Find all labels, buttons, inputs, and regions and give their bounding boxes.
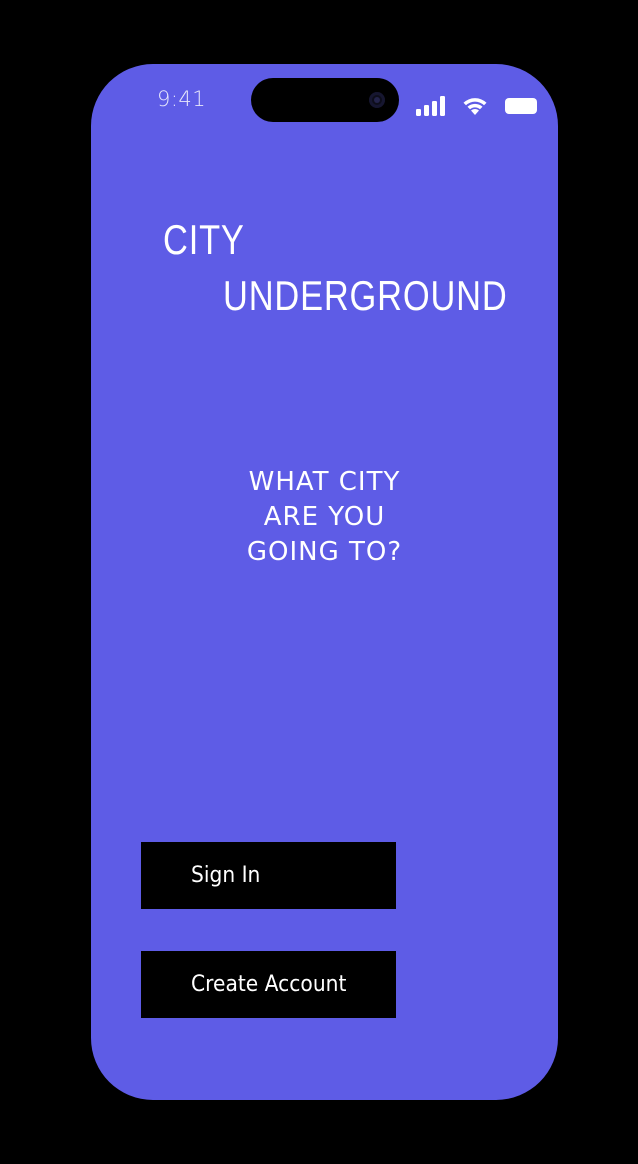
sign-in-label: Sign In bbox=[191, 863, 261, 888]
create-account-label: Create Account bbox=[191, 972, 347, 997]
app-title-line1: CITY bbox=[163, 216, 245, 263]
camera-icon bbox=[369, 92, 385, 108]
phone-screen: 9:41 CITY UNDERGROUND WHAT CITY ARE YOU … bbox=[91, 64, 558, 1100]
status-time: 9:41 bbox=[157, 87, 207, 111]
battery-icon bbox=[505, 98, 537, 114]
signal-icon bbox=[416, 96, 445, 116]
app-title-line2: UNDERGROUND bbox=[223, 272, 508, 319]
city-prompt: WHAT CITY ARE YOU GOING TO? bbox=[91, 465, 558, 570]
city-prompt-line2: ARE YOU bbox=[263, 502, 386, 532]
sign-in-button[interactable]: Sign In bbox=[141, 842, 396, 909]
city-prompt-line1: WHAT CITY bbox=[248, 467, 401, 497]
create-account-button[interactable]: Create Account bbox=[141, 951, 396, 1018]
dynamic-island bbox=[251, 78, 399, 122]
wifi-icon bbox=[463, 98, 487, 115]
status-bar: 9:41 bbox=[91, 64, 558, 124]
city-prompt-line3: GOING TO? bbox=[246, 537, 403, 567]
